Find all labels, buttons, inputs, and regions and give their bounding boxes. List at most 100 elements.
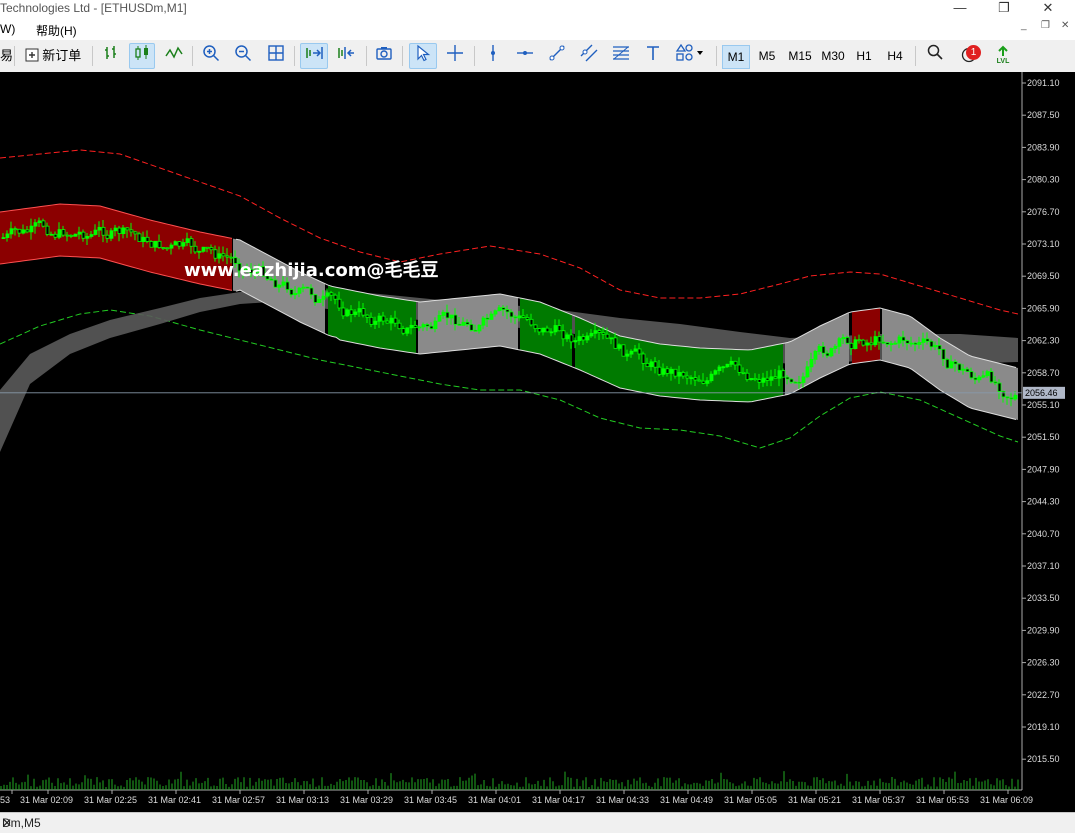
candle-body	[193, 245, 198, 253]
horizontal-line-button[interactable]	[513, 44, 537, 68]
candle-body	[781, 370, 786, 378]
candle-body	[481, 317, 486, 326]
auto-scroll-button[interactable]	[300, 43, 328, 69]
candle-body	[865, 342, 870, 346]
candle-body	[613, 337, 618, 349]
candle-body	[805, 366, 810, 378]
candle-body	[993, 381, 998, 384]
price-chart[interactable]: 2091.10 2087.50 2083.90 2080.30 2076.70 2073.…	[0, 72, 1075, 812]
fibonacci-icon	[613, 46, 629, 60]
candle-body	[381, 315, 386, 322]
menu-item-window[interactable]: W)	[0, 22, 15, 36]
timeframe-m1[interactable]: M1	[722, 45, 750, 69]
menu-item-help[interactable]: 帮助(H)	[36, 22, 77, 39]
candle-body	[141, 236, 146, 243]
candle-body	[69, 234, 74, 237]
candle-body	[129, 229, 134, 233]
candle-body	[581, 336, 586, 341]
candle-body	[577, 336, 582, 341]
timeframe-m30[interactable]: M30	[817, 45, 849, 67]
candle-body	[617, 344, 622, 349]
timeframe-m5[interactable]: M5	[754, 45, 780, 67]
candle-body	[397, 322, 402, 330]
notifications-button[interactable]: 1	[955, 44, 983, 68]
candle-body	[9, 228, 14, 235]
candle-body	[1005, 396, 1010, 399]
timeframe-m15[interactable]: M15	[784, 45, 816, 67]
chart-canvas[interactable]: 2091.10 2087.50 2083.90 2080.30 2076.70 2073.…	[0, 72, 1075, 812]
candle-body	[669, 368, 674, 374]
trendline-button[interactable]	[545, 44, 569, 68]
signal-level-button[interactable]: LVL	[992, 44, 1014, 68]
new-order-button[interactable]: 新订单	[22, 44, 84, 68]
candle-body	[405, 327, 410, 334]
time-label: 31 Mar 06:09	[980, 795, 1033, 805]
candle-body	[293, 292, 298, 296]
candlestick-icon	[135, 45, 148, 60]
chart-shift-button[interactable]	[333, 44, 359, 68]
price-label: 2076.70	[1027, 207, 1060, 217]
cursor-tool-button[interactable]	[409, 43, 437, 69]
auto-scroll-icon	[306, 47, 323, 59]
tab-close-icon[interactable]: ✕	[2, 816, 1067, 830]
fibonacci-button[interactable]	[609, 44, 633, 68]
channel-button[interactable]	[577, 44, 601, 68]
time-label: 31 Mar 05:21	[788, 795, 841, 805]
candle-body	[225, 255, 230, 258]
candle-body	[561, 330, 566, 340]
candle-body	[861, 339, 866, 346]
zoom-out-icon	[235, 45, 252, 62]
child-minimize-button[interactable]: _	[1021, 20, 1027, 31]
time-label: 31 Mar 04:17	[532, 795, 585, 805]
candle-body	[553, 325, 558, 333]
candle-body	[721, 366, 726, 369]
candle-body	[449, 314, 454, 319]
title-bar: Technologies Ltd - [ETHUSDm,M1] — ❐ ✕	[0, 0, 1075, 18]
candle-body	[953, 361, 958, 365]
child-close-button[interactable]: ✕	[1061, 20, 1069, 31]
grid-icon	[268, 45, 284, 61]
line-chart-button[interactable]	[162, 44, 186, 68]
candle-body	[105, 234, 110, 239]
tile-windows-button[interactable]	[264, 44, 288, 68]
candle-body	[917, 342, 922, 345]
candle-body	[589, 332, 594, 337]
crosshair-tool-button[interactable]	[443, 44, 467, 68]
shapes-dropdown-button[interactable]	[672, 43, 708, 68]
candle-body	[541, 327, 546, 333]
bar-chart-button[interactable]	[99, 44, 123, 68]
child-restore-button[interactable]: ❐	[1041, 20, 1050, 31]
time-label: 31 Mar 04:49	[660, 795, 713, 805]
zoom-out-button[interactable]	[231, 44, 255, 68]
candle-body	[165, 247, 170, 250]
timeframe-h4[interactable]: H4	[882, 45, 908, 67]
close-button[interactable]: ✕	[1031, 0, 1065, 18]
screenshot-button[interactable]	[372, 44, 396, 68]
price-label: 2062.30	[1027, 336, 1060, 346]
vertical-line-button[interactable]	[481, 44, 505, 68]
candle-body	[41, 220, 46, 227]
candle-body	[633, 348, 638, 352]
timeframe-h1[interactable]: H1	[851, 45, 877, 67]
candle-body	[377, 315, 382, 322]
candle-body	[1013, 394, 1018, 400]
price-label: 2026.30	[1027, 658, 1060, 668]
time-label: 31 Mar 05:05	[724, 795, 777, 805]
new-order-label: 新订单	[42, 48, 82, 63]
candle-body	[49, 233, 54, 236]
trendline-icon	[549, 45, 565, 61]
candle-body	[637, 348, 642, 355]
search-button[interactable]	[924, 44, 946, 68]
price-label: 2047.90	[1027, 464, 1060, 474]
minimize-button[interactable]: —	[943, 0, 977, 18]
zoom-in-button[interactable]	[199, 44, 223, 68]
candlestick-chart-button[interactable]	[129, 43, 155, 69]
candle-body	[665, 368, 670, 374]
restore-button[interactable]: ❐	[987, 0, 1021, 18]
candle-body	[889, 343, 894, 346]
text-tool-button[interactable]	[641, 44, 665, 68]
candle-body	[733, 360, 738, 366]
candle-body	[973, 377, 978, 381]
candle-body	[333, 294, 338, 300]
candle-body	[761, 377, 766, 383]
